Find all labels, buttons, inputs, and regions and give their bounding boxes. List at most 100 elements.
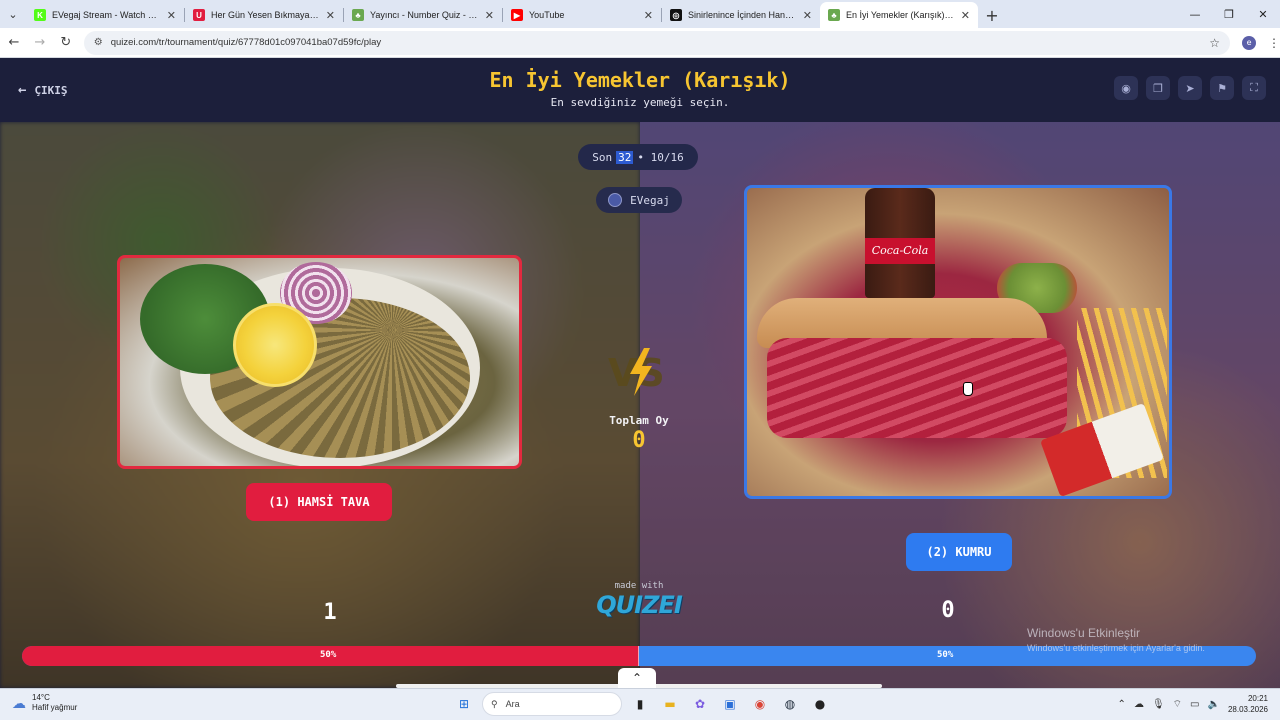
browser-tab[interactable]: ♣ Yayıncı - Number Quiz - Quizei ✕ <box>344 2 502 28</box>
windows-taskbar: ☁ 14°C Hafif yağmur ⊞ ⚲ Ara ▮ ▬ ✿ ▣ ◉ ◍ … <box>0 688 1280 720</box>
url-text: quizei.com/tr/tournament/quiz/67778d01c0… <box>110 37 382 48</box>
right-vote-count: 0 <box>941 598 955 623</box>
share-icon[interactable]: ➤ <box>1178 76 1202 100</box>
progress-midline <box>638 646 639 666</box>
cola-label: Coca-Cola <box>865 238 935 264</box>
search-icon: ⚲ <box>491 698 498 709</box>
tab-title: Sinirlenince İçinden Hangi Hay <box>688 10 797 20</box>
quiz-header: ← ÇIKIŞ En İyi Yemekler (Karışık) En sev… <box>0 58 1280 122</box>
flag-icon[interactable]: ⚑ <box>1210 76 1234 100</box>
round-prefix: Son <box>592 150 613 164</box>
activation-subtitle: Windows'u etkinleştirmek için Ayarlar'a … <box>1027 643 1205 653</box>
total-votes-label: Toplam Oy <box>609 414 669 427</box>
vote-right-button[interactable]: (2) KUMRU <box>906 533 1012 571</box>
search-placeholder: Ara <box>505 699 520 709</box>
wifi-icon[interactable]: ⌔ <box>1173 698 1182 711</box>
vote-left-button[interactable]: (1) HAMSİ TAVA <box>246 483 392 521</box>
quiz-toolbar: ◉ ❐ ➤ ⚑ ⛶ <box>1114 76 1266 100</box>
window-controls: — ❐ ✕ <box>1178 0 1280 28</box>
round-progress: • 10/16 <box>637 150 684 164</box>
date: 28.03.2026 <box>1227 705 1268 714</box>
tab-search-chevron-icon[interactable]: ⌄ <box>0 0 26 28</box>
close-window-icon[interactable]: ✕ <box>1246 0 1280 28</box>
task-view-icon[interactable]: ▮ <box>628 692 652 716</box>
new-tab-button[interactable]: + <box>978 2 1006 28</box>
browser-tabbar: ⌄ K EVegaj Stream - Watch Live on ✕ U Her Gü… <box>0 0 1280 28</box>
system-tray: ⌃ ☁ 🎙 ⌔ ▭ 🔈 20:21 28.03.2026 <box>1118 693 1268 715</box>
temperature: 14°C <box>32 693 50 702</box>
tab-title: Yayıncı - Number Quiz - Quizei <box>370 10 479 20</box>
tab-close-icon[interactable]: ✕ <box>961 9 970 22</box>
tab-favicon-icon: U <box>193 9 205 21</box>
tab-favicon-icon: ♣ <box>352 9 364 21</box>
tab-title: En İyi Yemekler (Karışık) - Tier L <box>846 10 955 20</box>
tab-close-icon[interactable]: ✕ <box>803 9 812 22</box>
forward-icon[interactable]: → <box>28 31 52 55</box>
browser-tab[interactable]: ▶ YouTube ✕ <box>503 2 661 28</box>
weather-text: Hafif yağmur <box>32 703 78 712</box>
address-bar-row: ← → ↻ ⚙ quizei.com/tr/tournament/quiz/67… <box>0 28 1280 58</box>
volume-icon[interactable]: 🔈 <box>1208 699 1220 710</box>
tab-title: EVegaj Stream - Watch Live on <box>52 10 161 20</box>
activation-title: Windows'u Etkinleştir <box>1027 626 1140 640</box>
store-icon[interactable]: ▣ <box>718 692 742 716</box>
tab-title: YouTube <box>529 10 565 20</box>
vs-icon: VS <box>608 348 665 396</box>
minimize-icon[interactable]: — <box>1178 0 1212 28</box>
network-icon[interactable]: ▭ <box>1190 699 1199 710</box>
browser-menu-icon[interactable]: ⋮ <box>1268 36 1280 50</box>
chevron-up-icon[interactable]: ⌃ <box>618 668 656 688</box>
tab-close-icon[interactable]: ✕ <box>644 9 653 22</box>
onedrive-icon[interactable]: ☁ <box>1134 699 1144 710</box>
left-vote-count: 1 <box>323 600 337 625</box>
tray-chevron-icon[interactable]: ⌃ <box>1118 699 1126 710</box>
copy-icon[interactable]: ❐ <box>1146 76 1170 100</box>
browser-tab[interactable]: ♣ En İyi Yemekler (Karışık) - Tier L ✕ <box>820 2 978 28</box>
avatar <box>608 193 623 207</box>
browser-tab[interactable]: U Her Gün Yesen Bıkmayacağın Y ✕ <box>185 2 343 28</box>
lemon-graphic <box>233 303 317 387</box>
tab-close-icon[interactable]: ✕ <box>485 9 494 22</box>
restore-icon[interactable]: ❐ <box>1212 0 1246 28</box>
taskbar-apps: ⊞ ⚲ Ara ▮ ▬ ✿ ▣ ◉ ◍ ● <box>452 692 832 716</box>
clock[interactable]: 20:21 28.03.2026 <box>1228 693 1268 715</box>
back-icon[interactable]: ← <box>2 31 26 55</box>
quizei-logo[interactable]: QUIZEI <box>580 591 698 619</box>
windows-activation-watermark: Windows'u Etkinleştir Windows'u etkinleş… <box>1027 626 1205 653</box>
tab-close-icon[interactable]: ✕ <box>167 9 176 22</box>
tab-favicon-icon: K <box>34 9 46 21</box>
tab-favicon-icon: ♣ <box>828 9 840 21</box>
tab-favicon-icon: ▶ <box>511 9 523 21</box>
sandwich-filling-graphic <box>767 338 1067 438</box>
bookmark-star-icon[interactable]: ☆ <box>1209 36 1220 50</box>
obs-icon[interactable]: ● <box>808 692 832 716</box>
steam-icon[interactable]: ◍ <box>778 692 802 716</box>
option-left-image[interactable] <box>117 255 522 469</box>
file-explorer-icon[interactable]: ▬ <box>658 692 682 716</box>
microphone-icon[interactable]: 🎙 <box>1152 699 1165 710</box>
tab-strip: K EVegaj Stream - Watch Live on ✕ U Her Gün … <box>26 2 978 28</box>
copilot-icon[interactable]: ✿ <box>688 692 712 716</box>
made-with-label: made with <box>614 581 664 591</box>
option-right-image[interactable]: Coca-Cola <box>744 185 1172 499</box>
tab-title: Her Gün Yesen Bıkmayacağın Y <box>211 10 320 20</box>
fullscreen-icon[interactable]: ⛶ <box>1242 76 1266 100</box>
hand-cursor-icon <box>963 382 973 396</box>
windows-start-icon[interactable]: ⊞ <box>452 692 476 716</box>
time: 20:21 <box>1247 694 1268 703</box>
eye-icon[interactable]: ◉ <box>1114 76 1138 100</box>
quiz-title: En İyi Yemekler (Karışık) <box>489 68 791 92</box>
browser-tab[interactable]: K EVegaj Stream - Watch Live on ✕ <box>26 2 184 28</box>
user-badge: EVegaj <box>596 187 682 213</box>
weather-widget[interactable]: ☁ 14°C Hafif yağmur <box>12 693 77 713</box>
chrome-icon[interactable]: ◉ <box>748 692 772 716</box>
username: EVegaj <box>630 193 670 207</box>
round-number: 32 <box>616 150 634 164</box>
tab-close-icon[interactable]: ✕ <box>326 9 335 22</box>
profile-avatar[interactable]: e <box>1242 35 1256 50</box>
site-info-icon[interactable]: ⚙ <box>94 37 103 48</box>
reload-icon[interactable]: ↻ <box>54 31 78 55</box>
taskbar-search-input[interactable]: ⚲ Ara <box>482 692 622 716</box>
url-input[interactable]: ⚙ quizei.com/tr/tournament/quiz/67778d01… <box>83 30 1231 55</box>
browser-tab[interactable]: ◎ Sinirlenince İçinden Hangi Hay ✕ <box>662 2 820 28</box>
